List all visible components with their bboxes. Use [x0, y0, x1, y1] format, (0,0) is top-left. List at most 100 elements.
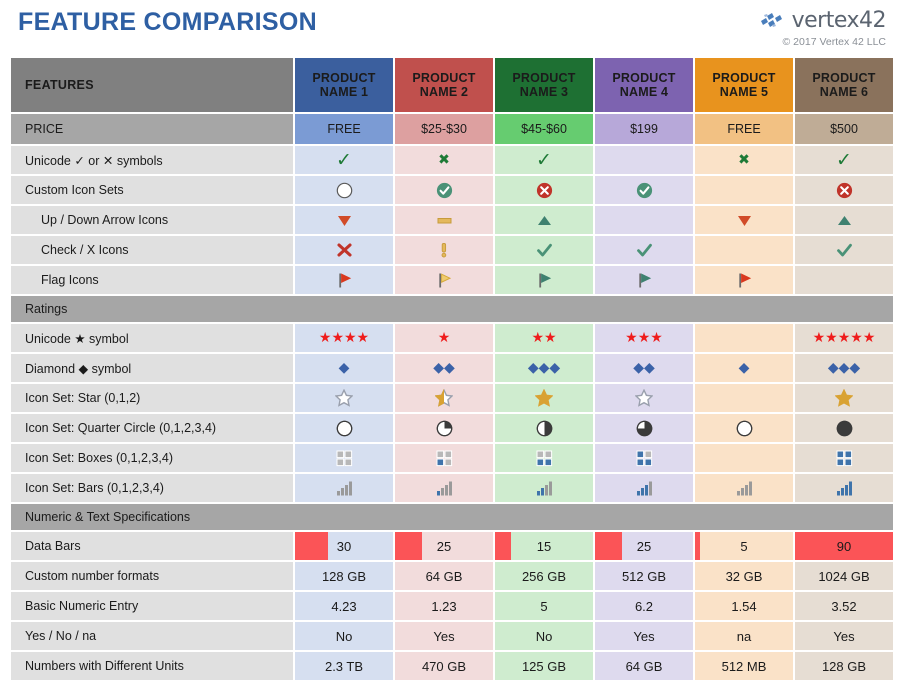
data-cell [495, 474, 593, 502]
bars-icon [395, 474, 493, 502]
data-cell [595, 146, 693, 174]
product-header-6[interactable]: PRODUCT NAME 6 [795, 58, 893, 112]
product-header-line1: PRODUCT [712, 71, 776, 85]
row-label: Custom Icon Sets [11, 176, 293, 204]
unicode-check-icon: ✓ [536, 148, 552, 171]
data-cell: No [495, 622, 593, 650]
data-cell: Yes [595, 622, 693, 650]
data-cell: ★★★★★ [795, 324, 893, 352]
unicode-diamond-rating: ◆◆ [433, 360, 455, 376]
data-cell [595, 206, 693, 234]
data-cell [495, 236, 593, 264]
data-cell: 15 [495, 532, 593, 560]
row-label: Yes / No / na [11, 622, 293, 650]
row-label: Custom number formats [11, 562, 293, 590]
comparison-table: FEATURES PRODUCT NAME 1 PRODUCT NAME 2 PRODUC… [9, 56, 895, 682]
bars-icon [495, 474, 593, 502]
data-cell [295, 384, 393, 412]
bars-icon [795, 474, 893, 502]
data-cell: 128 GB [795, 652, 893, 680]
boxes-icon [495, 444, 593, 472]
cell-value: na [736, 628, 752, 644]
data-cell [595, 444, 693, 472]
data-cell: No [295, 622, 393, 650]
row-label: Unicode ✓ or ✕ symbols [11, 146, 293, 174]
star-set-icon [595, 384, 693, 412]
data-cell: ◆ [295, 354, 393, 382]
product-header-5[interactable]: PRODUCT NAME 5 [695, 58, 793, 112]
copyright-text: © 2017 Vertex 42 LLC [782, 36, 886, 48]
table-row: Icon Set: Boxes (0,1,2,3,4) [11, 444, 893, 472]
feature-comparison-page: FEATURE COMPARISON vertex42 © 2017 Verte… [0, 0, 900, 680]
star-set-icon [395, 384, 493, 412]
boxes-icon [395, 444, 493, 472]
cell-value: 470 GB [421, 658, 467, 674]
data-cell: 4.23 [295, 592, 393, 620]
unicode-check-icon: ✓ [336, 148, 352, 171]
row-label: Icon Set: Quarter Circle (0,1,2,3,4) [11, 414, 293, 442]
section-header-row: Numeric & Text Specifications [11, 504, 893, 530]
data-cell [595, 414, 693, 442]
data-cell: ✓ [795, 146, 893, 174]
data-cell [795, 206, 893, 234]
cell-value: 4.23 [331, 598, 357, 614]
product-header-4[interactable]: PRODUCT NAME 4 [595, 58, 693, 112]
cell-value: 128 GB [821, 658, 867, 674]
arrow-down-icon [695, 206, 793, 234]
boxes-icon [595, 444, 693, 472]
cell-value: 1024 GB [818, 568, 870, 584]
product-header-line2: NAME 4 [619, 85, 669, 99]
cell-value: 125 GB [521, 658, 567, 674]
page-header: FEATURE COMPARISON vertex42 © 2017 Verte… [0, 0, 900, 56]
row-label: Unicode ★ symbol [11, 324, 293, 352]
data-cell: ◆ [695, 354, 793, 382]
flag-green-icon [495, 266, 593, 294]
row-label: Data Bars [11, 532, 293, 560]
data-cell [695, 384, 793, 412]
data-bar-value: 25 [636, 538, 652, 554]
cell-value: 2.3 TB [324, 658, 364, 674]
comparison-table-wrap: FEATURES PRODUCT NAME 1 PRODUCT NAME 2 PRODUC… [9, 56, 893, 682]
data-bar-value: 90 [836, 538, 852, 554]
cell-value: 3.52 [831, 598, 857, 614]
bars-icon [595, 474, 693, 502]
arrow-up-icon [495, 206, 593, 234]
product-header-line2: NAME 6 [819, 85, 869, 99]
cell-value: No [335, 628, 353, 644]
cell-value: 32 GB [725, 568, 763, 584]
product-header-1[interactable]: PRODUCT NAME 1 [295, 58, 393, 112]
data-cell [595, 384, 693, 412]
data-cell [295, 176, 393, 204]
data-bar-value: 5 [740, 538, 748, 554]
product-header-line1: PRODUCT [812, 71, 876, 85]
flag-yellow-icon [395, 266, 493, 294]
brand-block: vertex42 © 2017 Vertex 42 LLC [760, 8, 887, 48]
cell-value: 6.2 [634, 598, 654, 614]
data-cell: 1.54 [695, 592, 793, 620]
bars-icon [295, 474, 393, 502]
row-label: Numbers with Different Units [11, 652, 293, 680]
data-cell: 512 GB [595, 562, 693, 590]
data-bar-value: 30 [336, 538, 352, 554]
product-header-2[interactable]: PRODUCT NAME 2 [395, 58, 493, 112]
data-cell [295, 414, 393, 442]
data-cell: ★★★★ [295, 324, 393, 352]
table-row: Numbers with Different Units 2.3 TB 470 GB… [11, 652, 893, 680]
data-cell: Yes [395, 622, 493, 650]
cell-value: Yes [433, 628, 455, 644]
data-cell: 32 GB [695, 562, 793, 590]
data-cell [695, 414, 793, 442]
section-header-row: Ratings [11, 296, 893, 322]
data-cell: 1024 GB [795, 562, 893, 590]
checkx-check-icon [595, 236, 693, 264]
product-header-3[interactable]: PRODUCT NAME 3 [495, 58, 593, 112]
cell-value: 512 MB [721, 658, 767, 674]
row-label: Icon Set: Star (0,1,2) [11, 384, 293, 412]
price-cell-4: $199 [595, 114, 693, 144]
product-header-line1: PRODUCT [512, 71, 576, 85]
checkx-x-icon [295, 236, 393, 264]
cell-value: 128 GB [321, 568, 367, 584]
section-title: Ratings [11, 296, 893, 322]
quarter-circle-icon [595, 414, 693, 442]
data-cell [395, 236, 493, 264]
